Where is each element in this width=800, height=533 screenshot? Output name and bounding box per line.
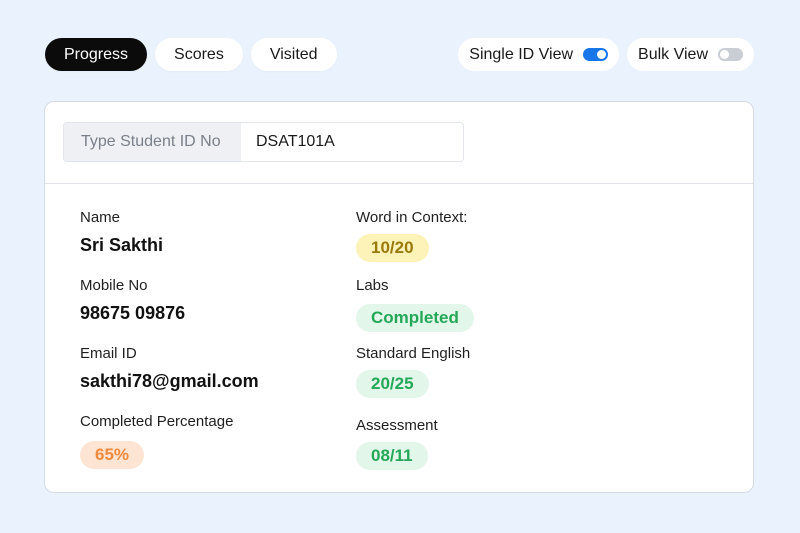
assessment-label: Assessment	[356, 417, 438, 434]
word-in-context-badge: 10/20	[356, 234, 429, 262]
tab-visited[interactable]: Visited	[250, 38, 337, 71]
bulk-view-label: Bulk View	[638, 45, 708, 63]
single-id-view-label: Single ID View	[469, 45, 574, 63]
single-id-view-switch[interactable]	[583, 48, 609, 61]
completed-percentage-badge: 65%	[80, 441, 145, 469]
bulk-view-switch[interactable]	[718, 48, 743, 61]
assessment-badge: 08/11	[356, 442, 428, 470]
standard-english-label: Standard English	[356, 345, 471, 362]
mobile-label: Mobile No	[80, 277, 148, 294]
view-toggles: Single ID View Bulk View	[458, 38, 754, 71]
email-value: sakthi78@gmail.com	[80, 371, 259, 391]
name-label: Name	[80, 209, 121, 226]
student-id-label: Type Student ID No	[64, 123, 241, 161]
mobile-value: 98675 09876	[80, 303, 186, 323]
standard-english-badge: 20/25	[356, 370, 429, 398]
card-divider	[45, 183, 753, 184]
labs-badge: Completed	[356, 304, 474, 332]
labs-label: Labs	[356, 277, 389, 294]
word-in-context-label: Word in Context:	[356, 209, 468, 226]
tab-bar: Progress Scores Visited	[45, 38, 337, 71]
tab-progress[interactable]: Progress	[45, 38, 148, 71]
bulk-view-toggle[interactable]: Bulk View	[627, 38, 754, 71]
tab-scores[interactable]: Scores	[155, 38, 243, 71]
single-id-view-toggle[interactable]: Single ID View	[458, 38, 620, 71]
student-id-search: Type Student ID No	[63, 122, 464, 162]
name-value: Sri Sakthi	[80, 235, 164, 255]
switch-knob	[597, 50, 607, 59]
email-label: Email ID	[80, 345, 137, 362]
student-progress-card: Type Student ID No Name Sri Sakthi Mobil…	[44, 101, 754, 493]
student-id-input[interactable]	[241, 123, 463, 161]
switch-knob	[720, 50, 729, 59]
completed-percentage-label: Completed Percentage	[80, 413, 234, 430]
